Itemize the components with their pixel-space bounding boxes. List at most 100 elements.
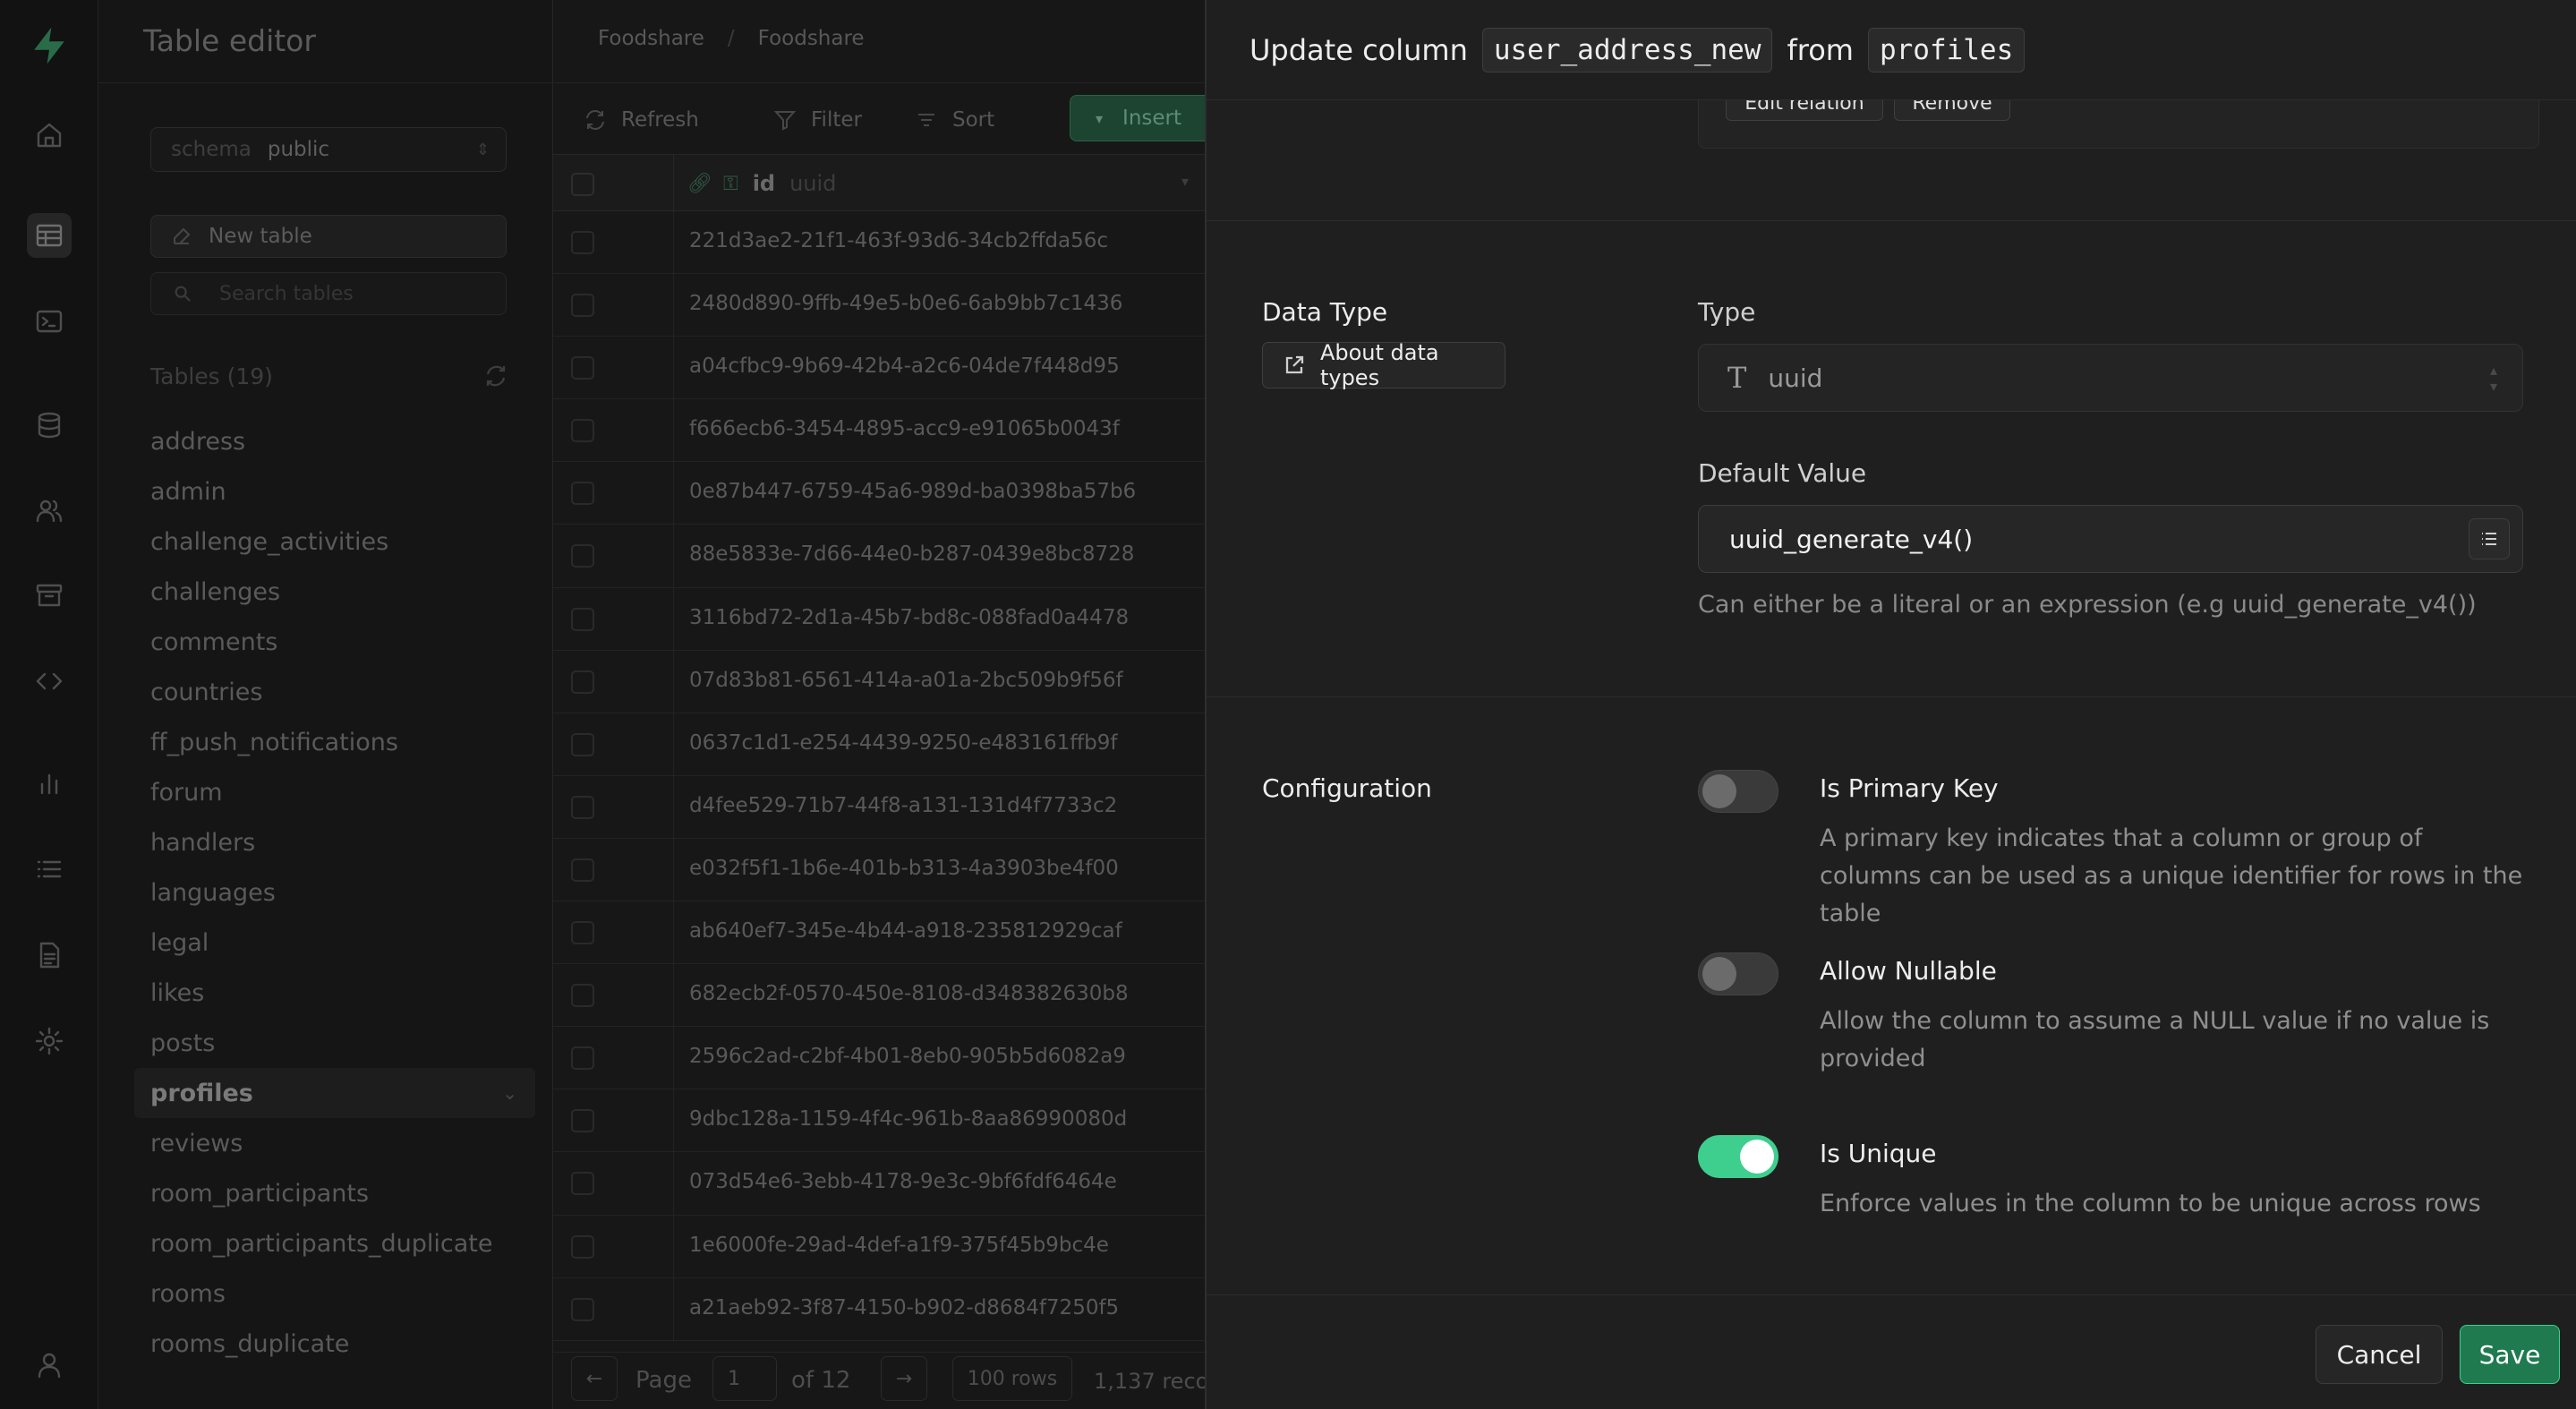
table-list-item[interactable]: challenges [150, 567, 535, 617]
refresh-tables-icon[interactable] [483, 363, 508, 389]
table-row[interactable]: 2480d890-9ffb-49e5-b0e6-6ab9bb7c1436 [553, 274, 1205, 337]
table-list-item[interactable]: ff_push_notifications [150, 717, 535, 767]
table-row[interactable]: 0637c1d1-e254-4439-9250-e483161ffb9f [553, 713, 1205, 776]
home-icon[interactable] [27, 113, 72, 158]
table-row[interactable]: ab640ef7-345e-4b44-a918-235812929caf [553, 901, 1205, 965]
cell-id[interactable]: e032f5f1-1b6e-401b-b313-4a3903be4f00 [689, 857, 1119, 880]
row-checkbox[interactable] [571, 984, 594, 1008]
cell-id[interactable]: 07d83b81-6561-414a-a01a-2bc509b9f56f [689, 669, 1123, 692]
table-list-item[interactable]: forum [150, 767, 535, 817]
cell-id[interactable]: 073d54e6-3ebb-4178-9e3c-9bf6fdf6464e [689, 1170, 1117, 1193]
cell-id[interactable]: 3116bd72-2d1a-45b7-bd8c-088fad0a4478 [689, 606, 1129, 629]
supabase-logo-icon[interactable] [27, 23, 72, 68]
schema-selector[interactable]: schema public ⇕ [150, 127, 507, 172]
table-row[interactable]: 07d83b81-6561-414a-a01a-2bc509b9f56f [553, 650, 1205, 713]
table-row[interactable]: 2596c2ad-c2bf-4b01-8eb0-905b5d6082a9 [553, 1027, 1205, 1090]
cell-id[interactable]: 221d3ae2-21f1-463f-93d6-34cb2ffda56c [689, 229, 1108, 252]
table-row[interactable]: a21aeb92-3f87-4150-b902-d8684f7250f5 [553, 1277, 1205, 1341]
cell-id[interactable]: 682ecb2f-0570-450e-8108-d348382630b8 [689, 982, 1129, 1005]
column-menu-chevron-icon[interactable]: ▾ [1181, 173, 1189, 190]
table-list-item[interactable]: rooms_duplicate [150, 1319, 535, 1369]
cell-id[interactable]: 88e5833e-7d66-44e0-b287-0439e8bc8728 [689, 542, 1134, 566]
table-row[interactable]: 3116bd72-2d1a-45b7-bd8c-088fad0a4478 [553, 587, 1205, 651]
cell-id[interactable]: 0e87b447-6759-45a6-989d-ba0398ba57b6 [689, 480, 1136, 503]
save-button[interactable]: Save [2460, 1325, 2560, 1384]
breadcrumb-project[interactable]: Foodshare [598, 27, 704, 50]
cell-id[interactable]: f666ecb6-3454-4895-acc9-e91065b0043f [689, 417, 1120, 440]
chevron-down-icon[interactable]: ⌄ [502, 1082, 517, 1104]
breadcrumb-branch[interactable]: Foodshare [758, 27, 865, 50]
cell-id[interactable]: d4fee529-71b7-44f8-a131-131d4f7733c2 [689, 794, 1117, 817]
table-row[interactable]: a04cfbc9-9b69-42b4-a2c6-04de7f448d95 [553, 337, 1205, 400]
table-row[interactable]: 1e6000fe-29ad-4def-a1f9-375f45b9bc4e [553, 1215, 1205, 1278]
row-checkbox[interactable] [571, 356, 594, 380]
row-checkbox[interactable] [571, 1172, 594, 1196]
table-row[interactable]: f666ecb6-3454-4895-acc9-e91065b0043f [553, 399, 1205, 463]
row-checkbox[interactable] [571, 670, 594, 694]
cancel-button[interactable]: Cancel [2316, 1325, 2443, 1384]
row-checkbox[interactable] [571, 607, 594, 631]
list-icon[interactable] [27, 847, 72, 892]
archive-icon[interactable] [27, 573, 72, 618]
table-row[interactable]: 073d54e6-3ebb-4178-9e3c-9bf6fdf6464e [553, 1152, 1205, 1216]
row-checkbox[interactable] [571, 795, 594, 819]
rows-per-page-select[interactable]: 100 rows [952, 1356, 1072, 1401]
code-icon[interactable] [27, 659, 72, 704]
table-row[interactable]: e032f5f1-1b6e-401b-b313-4a3903be4f00 [553, 838, 1205, 902]
row-checkbox[interactable] [571, 858, 594, 882]
cell-id[interactable]: 2480d890-9ffb-49e5-b0e6-6ab9bb7c1436 [689, 292, 1122, 315]
table-list-item[interactable]: address [150, 416, 535, 466]
table-list-item[interactable]: legal [150, 918, 535, 968]
table-row[interactable]: 88e5833e-7d66-44e0-b287-0439e8bc8728 [553, 525, 1205, 588]
row-checkbox[interactable] [571, 1297, 594, 1321]
cell-id[interactable]: a21aeb92-3f87-4150-b902-d8684f7250f5 [689, 1296, 1119, 1319]
insert-button[interactable]: ▾ Insert [1070, 95, 1205, 141]
cell-id[interactable]: ab640ef7-345e-4b44-a918-235812929caf [689, 919, 1122, 943]
terminal-icon[interactable] [27, 299, 72, 344]
row-checkbox[interactable] [571, 732, 594, 756]
row-checkbox[interactable] [571, 294, 594, 318]
table-row[interactable]: d4fee529-71b7-44f8-a131-131d4f7733c2 [553, 775, 1205, 839]
row-checkbox[interactable] [571, 1046, 594, 1071]
chart-icon[interactable] [27, 761, 72, 806]
table-row[interactable]: 9dbc128a-1159-4f4c-961b-8aa86990080d [553, 1089, 1205, 1153]
cell-id[interactable]: 2596c2ad-c2bf-4b01-8eb0-905b5d6082a9 [689, 1045, 1126, 1068]
document-icon[interactable] [27, 933, 72, 978]
table-row[interactable]: 682ecb2f-0570-450e-8108-d348382630b8 [553, 964, 1205, 1028]
row-checkbox[interactable] [571, 482, 594, 506]
table-list-item[interactable]: languages [150, 867, 535, 918]
new-table-button[interactable]: New table [150, 215, 507, 258]
row-checkbox[interactable] [571, 419, 594, 443]
row-checkbox[interactable] [571, 1234, 594, 1259]
about-data-types-button[interactable]: About data types [1262, 340, 1506, 390]
cell-id[interactable]: 9dbc128a-1159-4f4c-961b-8aa86990080d [689, 1107, 1127, 1131]
column-header-id[interactable]: 🔗︎ ⚿ id uuid [687, 171, 836, 196]
row-checkbox[interactable] [571, 921, 594, 945]
page-number-input[interactable]: 1 [712, 1356, 777, 1401]
prev-page-button[interactable]: ← [571, 1356, 618, 1401]
sort-button[interactable]: Sort [915, 102, 994, 138]
table-list-item[interactable]: handlers [150, 817, 535, 867]
cell-id[interactable]: 1e6000fe-29ad-4def-a1f9-375f45b9bc4e [689, 1234, 1109, 1257]
table-row[interactable]: 0e87b447-6759-45a6-989d-ba0398ba57b6 [553, 462, 1205, 525]
suggestions-list-button[interactable] [2469, 518, 2510, 559]
unique-toggle[interactable] [1698, 1135, 1778, 1178]
table-row[interactable]: 221d3ae2-21f1-463f-93d6-34cb2ffda56c [553, 211, 1205, 275]
default-value-input[interactable]: uuid_generate_v4() [1698, 505, 2523, 573]
table-list-item[interactable]: challenge_activities [150, 517, 535, 567]
select-all-checkbox[interactable] [571, 173, 594, 196]
filter-button[interactable]: Filter [773, 102, 862, 138]
table-list-item[interactable]: admin [150, 466, 535, 517]
next-page-button[interactable]: → [881, 1356, 927, 1401]
refresh-button[interactable]: Refresh [584, 102, 699, 138]
database-icon[interactable] [27, 403, 72, 448]
table-list-item[interactable]: room_participants_duplicate [150, 1218, 535, 1268]
row-checkbox[interactable] [571, 1109, 594, 1133]
type-select[interactable]: T uuid ▴ ▾ [1698, 344, 2523, 412]
search-tables-input[interactable]: Search tables [150, 272, 507, 315]
users-icon[interactable] [27, 489, 72, 534]
row-checkbox[interactable] [571, 231, 594, 254]
cell-id[interactable]: 0637c1d1-e254-4439-9250-e483161ffb9f [689, 731, 1118, 755]
primary-key-toggle[interactable] [1698, 770, 1778, 813]
table-list-item[interactable]: profiles ⌄ [134, 1068, 535, 1118]
